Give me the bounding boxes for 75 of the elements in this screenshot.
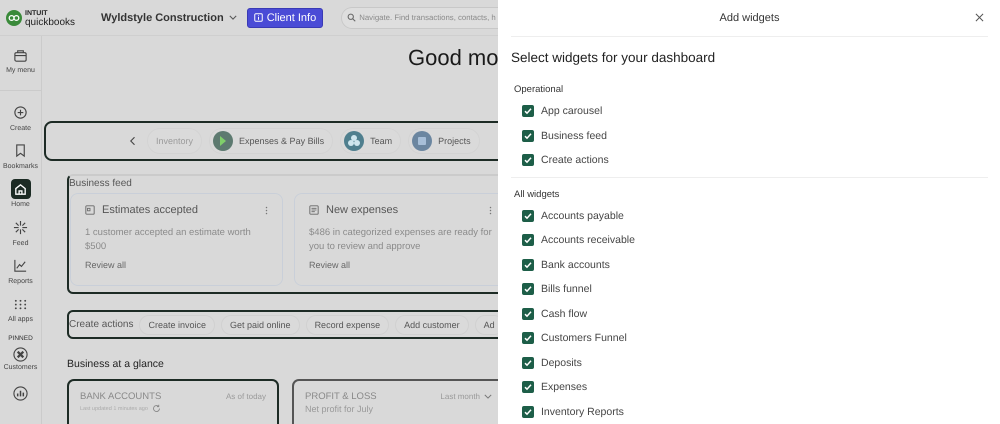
quickbooks-logo-icon — [6, 10, 22, 26]
period-label: As of today — [226, 392, 266, 401]
trefoil-icon — [344, 131, 364, 151]
card-subtitle: Net profit for July — [305, 404, 374, 414]
checkbox-label[interactable]: Bank accounts — [541, 258, 610, 271]
review-all-link[interactable]: Review all — [309, 260, 350, 270]
app-chip[interactable]: Team — [340, 128, 402, 154]
folder-icon — [412, 131, 432, 151]
checkbox-label[interactable]: Accounts payable — [541, 210, 624, 222]
menu-icon — [13, 48, 28, 62]
document-icon — [85, 205, 95, 215]
panel-heading: Select widgets for your dashboard — [511, 50, 716, 65]
checkbox[interactable] — [522, 283, 534, 296]
arrow-circle-icon — [213, 131, 234, 151]
checkbox[interactable] — [522, 332, 534, 344]
group-label: All widgets — [514, 188, 560, 200]
checkbox-label[interactable]: Customers Funnel — [541, 332, 627, 344]
reports-icon — [13, 258, 28, 274]
chart-icon — [13, 386, 28, 401]
checkbox-label[interactable]: Deposits — [541, 356, 582, 369]
app-chip[interactable]: Expenses & Pay Bills — [209, 128, 334, 154]
create-icon — [13, 105, 28, 120]
action-chip[interactable]: Get paid online — [221, 314, 300, 334]
action-chip[interactable]: Create invoice — [139, 314, 216, 334]
checkbox-label[interactable]: App carousel — [541, 105, 602, 118]
card-text: 1 customer accepted an estimate worth $500 — [85, 226, 252, 254]
more-options-icon[interactable] — [489, 206, 492, 214]
checkbox-label[interactable]: Accounts receivable — [541, 234, 635, 246]
checkbox[interactable] — [522, 356, 534, 369]
checkbox-label[interactable]: Create actions — [541, 154, 609, 166]
checkbox-label[interactable]: Bills funnel — [541, 283, 592, 296]
search-icon — [347, 12, 356, 22]
more-options-icon[interactable] — [265, 206, 268, 214]
action-chip[interactable]: Ad — [474, 314, 498, 334]
home-icon — [13, 182, 28, 197]
info-icon — [254, 13, 263, 22]
checkbox-label[interactable]: Business feed — [541, 130, 607, 142]
group-label: Operational — [514, 84, 564, 95]
checkbox[interactable] — [522, 130, 534, 142]
caret-icon — [484, 394, 492, 399]
checkbox-label[interactable]: Expenses — [541, 381, 588, 394]
checkbox-label[interactable]: Inventory Reports — [541, 406, 624, 418]
bookmarks-icon — [13, 143, 28, 158]
checkbox[interactable] — [522, 258, 534, 271]
checkbox[interactable] — [522, 406, 534, 418]
review-all-link[interactable]: Review all — [85, 260, 126, 270]
checkbox[interactable] — [522, 308, 534, 320]
action-chip[interactable]: Record expense — [306, 314, 390, 334]
card-title: New expenses — [326, 204, 400, 216]
checkbox[interactable] — [522, 105, 534, 118]
checkbox[interactable] — [522, 210, 534, 222]
checkbox[interactable] — [522, 234, 534, 246]
chevron-left-icon[interactable] — [130, 136, 136, 146]
greeting-heading: Good mo — [407, 45, 498, 72]
app-chip[interactable]: Projects — [408, 128, 480, 154]
caret-icon — [228, 15, 237, 20]
section-title: Create actions — [69, 319, 134, 330]
people-icon — [13, 347, 28, 362]
close-icon[interactable] — [975, 13, 984, 22]
panel-title: Add widgets — [720, 12, 780, 24]
checkbox[interactable] — [522, 381, 534, 394]
company-selector[interactable]: Wyldstyle Construction — [101, 12, 237, 24]
checkbox-label[interactable]: Cash flow — [541, 308, 588, 320]
action-chip[interactable]: Add customer — [395, 314, 469, 334]
section-title: Business feed — [69, 177, 133, 189]
card-text: $486 in categorized expenses are ready for you to review and approve — [309, 226, 492, 254]
product-name: quickbooks — [25, 18, 76, 26]
list-document-icon — [309, 205, 319, 215]
card-title: BANK ACCOUNTS — [80, 391, 162, 402]
checkbox[interactable] — [522, 154, 534, 166]
card-title: Estimates accepted — [102, 204, 199, 216]
card-title: PROFIT & LOSS — [305, 391, 377, 402]
client-info-button[interactable]: Client Info — [246, 8, 324, 28]
section-title: Business at a glance — [67, 358, 165, 370]
feed-icon — [13, 220, 28, 236]
